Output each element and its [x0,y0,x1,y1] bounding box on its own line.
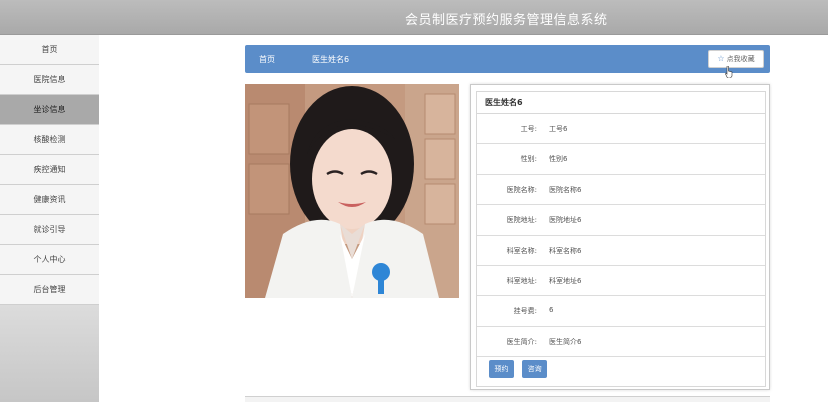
doctor-detail-panel: 医生姓名6 工号: 工号6 性别: 性别6 医院名称: 医院名称6 医院地址: … [476,91,766,387]
book-button[interactable]: 预约 [489,360,514,378]
content-bottom-divider [245,396,770,402]
field-row-hospital-name: 医院名称: 医院名称6 [477,175,765,206]
star-icon: ☆ [717,54,725,63]
doctor-detail-card: 医生姓名6 工号: 工号6 性别: 性别6 医院名称: 医院名称6 医院地址: … [470,84,770,390]
field-label: 性别: [520,155,537,164]
mouse-cursor-icon [725,66,733,78]
breadcrumb: 首页 医生姓名6 ☆ 点我收藏 [245,45,770,73]
field-row-doctor-intro: 医生简介: 医生简介6 [477,327,765,358]
field-row-hospital-address: 医院地址: 医院地址6 [477,205,765,236]
field-value: 医院地址6 [549,216,582,225]
field-value: 6 [549,306,554,315]
field-value: 科室地址6 [549,276,582,285]
field-row-department-address: 科室地址: 科室地址6 [477,266,765,297]
breadcrumb-home-link[interactable]: 首页 [259,54,275,65]
field-label: 科室名称: [506,246,537,255]
doctor-photo [245,84,459,298]
field-row-registration-fee: 挂号费: 6 [477,296,765,327]
consult-button[interactable]: 咨询 [522,360,548,378]
field-label: 医生简介: [506,337,537,346]
doctor-name-heading: 医生姓名6 [477,92,765,114]
sidebar-item-cdc-notice[interactable]: 疾控通知 [0,155,99,185]
field-row-department-name: 科室名称: 科室名称6 [477,236,765,266]
field-value: 性别6 [549,155,568,164]
sidebar-filler [0,305,99,402]
sidebar-item-personal-center[interactable]: 个人中心 [0,245,99,275]
field-value: 医院名称6 [549,185,582,194]
sidebar-item-home[interactable]: 首页 [0,35,99,65]
sidebar-item-visit-guide[interactable]: 就诊引导 [0,215,99,245]
field-value: 工号6 [549,125,568,133]
sidebar-item-doctor-info[interactable]: 坐诊信息 [0,95,99,125]
sidebar: 首页 医院信息 坐诊信息 核酸检测 疾控通知 健康资讯 就诊引导 个人中心 后台… [0,35,99,402]
field-label: 挂号费: [513,307,537,316]
action-buttons: 预约 咨询 [489,356,550,378]
field-value: 医生简介6 [549,337,582,346]
field-value: 科室名称6 [549,246,582,255]
sidebar-item-hospital-info[interactable]: 医院信息 [0,65,99,95]
sidebar-item-admin[interactable]: 后台管理 [0,275,99,305]
favorite-button[interactable]: ☆ 点我收藏 [708,50,764,68]
sidebar-item-nucleic-test[interactable]: 核酸检测 [0,125,99,155]
field-row-gender: 性别: 性别6 [477,144,765,175]
breadcrumb-current: 医生姓名6 [312,55,350,64]
field-label: 医院地址: [506,216,537,225]
sidebar-item-health-news[interactable]: 健康资讯 [0,185,99,215]
field-label: 科室地址: [506,276,537,285]
favorite-button-label: 点我收藏 [726,55,755,63]
app-header: 会员制医疗预约服务管理信息系统 [0,0,828,35]
field-label: 医院名称: [506,185,537,194]
app-title: 会员制医疗预约服务管理信息系统 [405,13,608,28]
field-row-staff-id: 工号: 工号6 [477,114,765,145]
field-label: 工号: [520,125,537,133]
